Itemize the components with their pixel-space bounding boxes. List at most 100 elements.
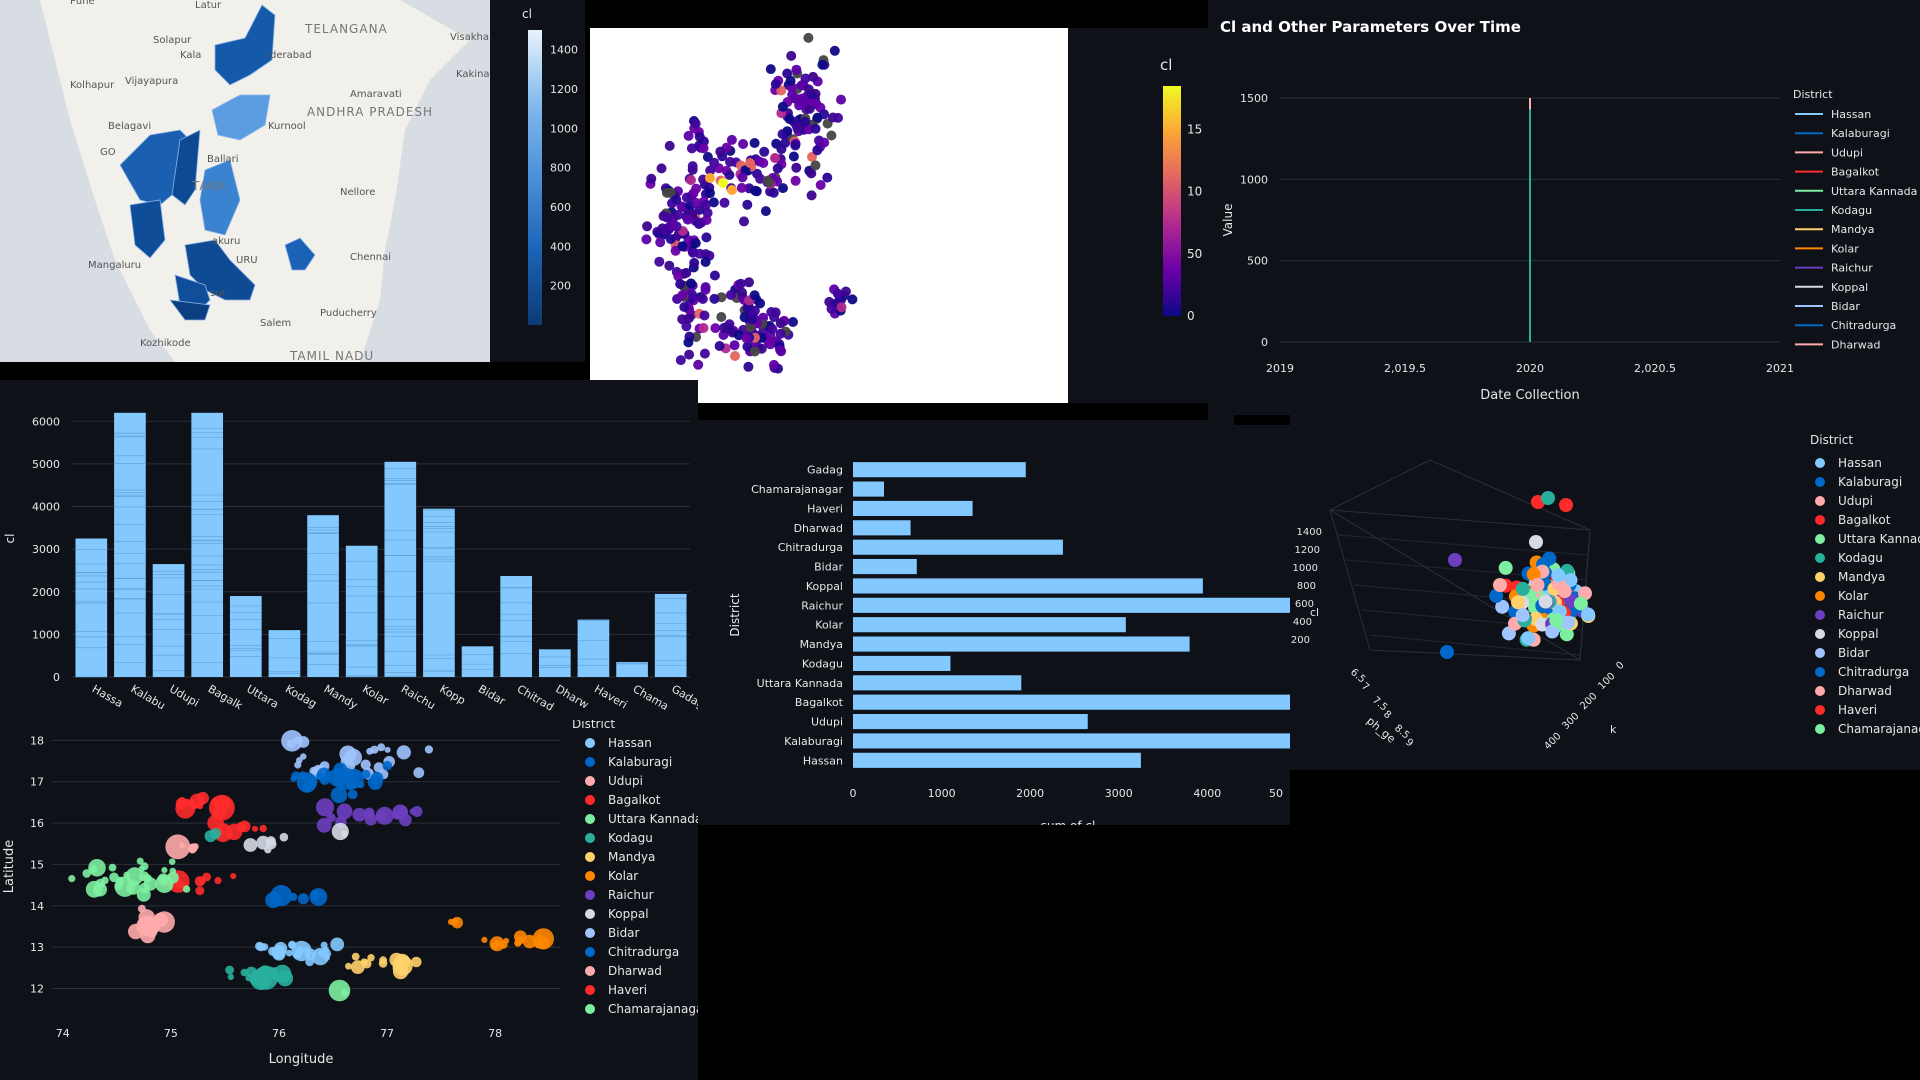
hbar[interactable]: [853, 559, 917, 575]
hbar[interactable]: [853, 636, 1190, 652]
sample-point[interactable]: [690, 238, 701, 249]
sample-point[interactable]: [770, 153, 780, 163]
legend-item[interactable]: Kodagu: [608, 831, 653, 845]
geo-point[interactable]: [271, 972, 279, 981]
sample-point[interactable]: [681, 192, 692, 203]
sample-point[interactable]: [829, 45, 840, 56]
bar[interactable]: [538, 649, 571, 677]
sum-cl-horizontal-bar-chart[interactable]: Gadag Chamarajanagar Haveri Dharwad Chitradu…: [698, 420, 1290, 825]
sample-point[interactable]: [791, 64, 802, 75]
sample-point[interactable]: [683, 130, 694, 141]
sample-point[interactable]: [768, 187, 779, 198]
sample-point[interactable]: [693, 359, 704, 370]
hbar[interactable]: [853, 694, 1290, 710]
scatter3d-point[interactable]: [1515, 608, 1530, 623]
geo-point[interactable]: [413, 767, 425, 779]
sample-point[interactable]: [772, 163, 783, 174]
sample-point[interactable]: [714, 341, 725, 351]
sample-point[interactable]: [701, 232, 712, 243]
sample-point[interactable]: [788, 317, 798, 327]
legend-item[interactable]: Kalaburagi: [1838, 475, 1902, 489]
legend-item[interactable]: Udupi: [1838, 494, 1873, 508]
legend-item[interactable]: Hassan: [608, 736, 652, 750]
geo-point[interactable]: [161, 867, 168, 874]
sample-point[interactable]: [683, 337, 694, 348]
geo-point[interactable]: [204, 830, 217, 843]
sample-point[interactable]: [836, 302, 847, 313]
scatter3d-point[interactable]: [1498, 560, 1513, 575]
geo-point[interactable]: [202, 872, 212, 882]
geo-point[interactable]: [330, 786, 348, 804]
geo-point[interactable]: [256, 967, 264, 975]
sample-point[interactable]: [682, 214, 693, 225]
geo-point[interactable]: [411, 806, 423, 817]
sample-point[interactable]: [698, 323, 709, 333]
sample-point[interactable]: [698, 143, 709, 154]
bar[interactable]: [616, 662, 648, 677]
geo-point[interactable]: [367, 954, 375, 962]
sample-point[interactable]: [750, 185, 761, 196]
geo-point[interactable]: [305, 957, 315, 967]
geo-point[interactable]: [304, 774, 317, 787]
sample-point[interactable]: [684, 349, 695, 360]
geo-point[interactable]: [214, 877, 222, 885]
geo-point[interactable]: [211, 797, 219, 805]
legend-item[interactable]: Chitradurga: [608, 945, 679, 959]
geo-point[interactable]: [347, 789, 358, 800]
sample-point[interactable]: [743, 361, 754, 372]
sample-point[interactable]: [671, 194, 682, 205]
geo-point[interactable]: [243, 838, 258, 852]
bar[interactable]: [500, 576, 533, 677]
geo-point[interactable]: [82, 869, 91, 878]
legend-item[interactable]: Kolar: [1831, 242, 1859, 255]
sample-point[interactable]: [654, 256, 665, 267]
legend-item[interactable]: Hassan: [1838, 456, 1882, 470]
geo-point[interactable]: [377, 743, 386, 752]
legend-item[interactable]: Kolar: [608, 869, 638, 883]
sample-point[interactable]: [776, 144, 787, 155]
sample-point[interactable]: [691, 183, 702, 194]
sample-point[interactable]: [817, 59, 828, 70]
sample-point[interactable]: [788, 151, 799, 162]
legend-item[interactable]: Udupi: [608, 774, 643, 788]
bar[interactable]: [307, 515, 339, 677]
geo-point[interactable]: [277, 970, 294, 987]
sample-point[interactable]: [726, 134, 737, 145]
scatter3d-point[interactable]: [1529, 535, 1543, 549]
sample-point[interactable]: [688, 247, 698, 258]
sample-point[interactable]: [689, 257, 700, 268]
sample-point[interactable]: [775, 344, 786, 355]
legend-item[interactable]: Mandya: [1838, 570, 1885, 584]
bar[interactable]: [345, 545, 378, 677]
geo-point[interactable]: [363, 807, 375, 819]
scatter3d-point[interactable]: [1511, 595, 1525, 610]
sample-point[interactable]: [719, 197, 730, 208]
geo-point[interactable]: [227, 973, 234, 981]
sample-point[interactable]: [730, 351, 740, 361]
scatter3d-point[interactable]: [1561, 615, 1576, 630]
scatter3d-point[interactable]: [1559, 498, 1573, 512]
geo-point[interactable]: [219, 797, 232, 810]
geo-point[interactable]: [375, 806, 394, 825]
geo-point[interactable]: [251, 825, 259, 832]
hbar[interactable]: [853, 752, 1141, 768]
geo-point[interactable]: [367, 775, 383, 790]
geo-point[interactable]: [168, 858, 176, 865]
sample-point[interactable]: [742, 199, 753, 210]
sample-point[interactable]: [749, 346, 760, 357]
sample-point[interactable]: [642, 221, 653, 232]
geo-point[interactable]: [396, 745, 411, 760]
legend-item[interactable]: Chitradurga: [1838, 665, 1909, 679]
legend-item[interactable]: Bidar: [608, 926, 640, 940]
sample-point[interactable]: [729, 340, 740, 351]
sample-point[interactable]: [655, 237, 666, 248]
sample-point[interactable]: [792, 123, 803, 133]
hbar[interactable]: [853, 714, 1088, 730]
sample-point[interactable]: [715, 146, 726, 157]
sample-point[interactable]: [710, 323, 721, 334]
geo-point[interactable]: [114, 876, 136, 897]
sample-point[interactable]: [641, 234, 652, 245]
scatter3d-point[interactable]: [1530, 577, 1545, 592]
legend-item[interactable]: Dharwad: [1838, 684, 1892, 698]
bar[interactable]: [461, 646, 494, 677]
